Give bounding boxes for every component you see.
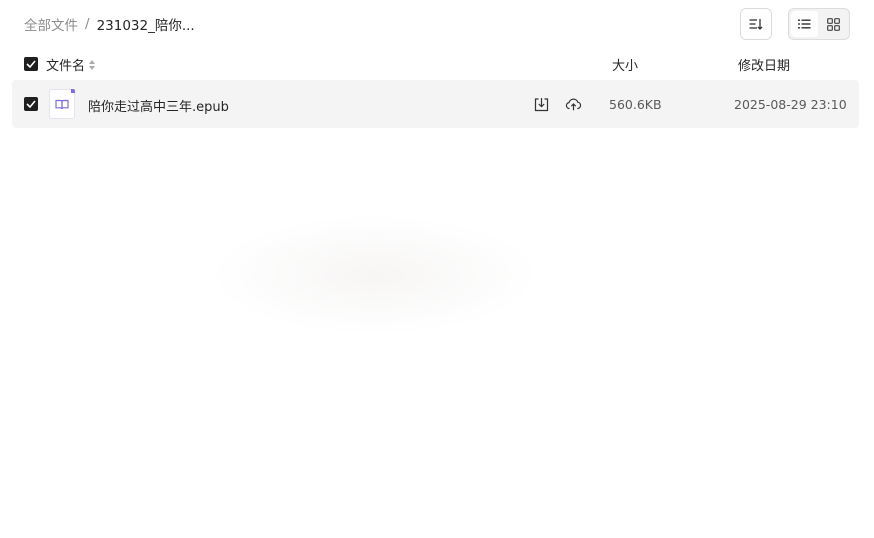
table-header: 文件名 大小 修改日期 [0,52,874,76]
view-mode-toggle [788,8,850,40]
name-column-label: 文件名 [46,59,86,74]
breadcrumb-separator: / [85,16,90,32]
check-icon [26,60,36,68]
download-icon[interactable] [532,95,550,113]
file-size: 560.6KB [609,97,662,112]
breadcrumb-root[interactable]: 全部文件 [24,14,78,34]
grid-view-button[interactable] [820,11,847,37]
sort-button[interactable] [740,8,772,40]
cloud-save-icon[interactable] [564,95,582,113]
check-icon [26,100,36,108]
grid-icon [827,17,840,31]
breadcrumb-current: 231032_陪你... [96,18,195,34]
breadcrumb: 全部文件 / 231032_陪你... [24,14,195,34]
select-all-checkbox[interactable] [24,57,38,71]
file-modified-date: 2025-08-29 23:10 [734,97,847,112]
background-glow [210,215,540,335]
sort-descending-icon [749,19,763,30]
sort-toggle-icon [89,59,96,70]
size-column-header[interactable]: 大小 [612,55,638,74]
name-column-header[interactable]: 文件名 [46,55,96,74]
epub-book-icon [49,89,75,119]
table-row[interactable]: 陪你走过高中三年.epub 560.6KB 2025-08-29 23:10 [12,80,859,128]
list-view-button[interactable] [791,11,818,37]
row-checkbox[interactable] [24,97,38,111]
list-icon [798,19,811,29]
date-column-header[interactable]: 修改日期 [738,55,790,74]
file-name[interactable]: 陪你走过高中三年.epub [88,96,229,115]
file-browser: 全部文件 / 231032_陪你... 文件名 大小 修改日期 陪你走过高中三年… [0,0,874,538]
